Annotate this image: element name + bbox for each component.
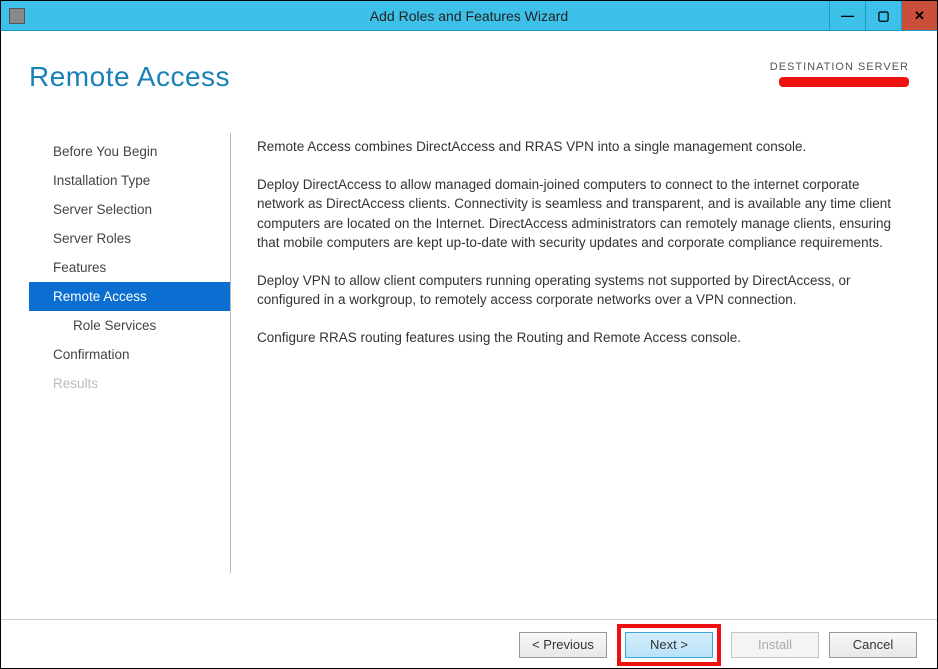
- description-paragraph: Deploy DirectAccess to allow managed dom…: [257, 175, 897, 253]
- minimize-button[interactable]: —: [829, 1, 865, 30]
- next-button-highlight: Next >: [617, 624, 721, 666]
- body-row: Before You Begin Installation Type Serve…: [29, 133, 909, 573]
- wizard-sidebar: Before You Begin Installation Type Serve…: [29, 133, 231, 573]
- maximize-button[interactable]: ▢: [865, 1, 901, 30]
- cancel-button[interactable]: Cancel: [829, 632, 917, 658]
- window-controls: — ▢ ✕: [829, 1, 937, 30]
- titlebar: Add Roles and Features Wizard — ▢ ✕: [1, 1, 937, 31]
- previous-button[interactable]: < Previous: [519, 632, 607, 658]
- sidebar-item-confirmation[interactable]: Confirmation: [29, 340, 230, 369]
- sidebar-item-role-services[interactable]: Role Services: [29, 311, 230, 340]
- destination-server-box: DESTINATION SERVER: [770, 61, 909, 87]
- main-description: Remote Access combines DirectAccess and …: [231, 133, 909, 573]
- destination-server-name-redacted: [779, 77, 909, 87]
- content-area: Remote Access DESTINATION SERVER Before …: [1, 31, 937, 619]
- close-button[interactable]: ✕: [901, 1, 937, 30]
- header-row: Remote Access DESTINATION SERVER: [29, 61, 909, 93]
- description-paragraph: Deploy VPN to allow client computers run…: [257, 271, 897, 310]
- sidebar-item-server-selection[interactable]: Server Selection: [29, 195, 230, 224]
- sidebar-item-results: Results: [29, 369, 230, 398]
- app-icon: [9, 8, 25, 24]
- sidebar-item-features[interactable]: Features: [29, 253, 230, 282]
- description-paragraph: Configure RRAS routing features using th…: [257, 328, 897, 348]
- next-button[interactable]: Next >: [625, 632, 713, 658]
- page-title: Remote Access: [29, 61, 230, 93]
- install-button: Install: [731, 632, 819, 658]
- wizard-footer: < Previous Next > Install Cancel: [1, 619, 937, 669]
- sidebar-item-installation-type[interactable]: Installation Type: [29, 166, 230, 195]
- sidebar-item-server-roles[interactable]: Server Roles: [29, 224, 230, 253]
- description-paragraph: Remote Access combines DirectAccess and …: [257, 137, 897, 157]
- sidebar-item-remote-access[interactable]: Remote Access: [29, 282, 230, 311]
- sidebar-item-before-you-begin[interactable]: Before You Begin: [29, 137, 230, 166]
- window-title: Add Roles and Features Wizard: [370, 8, 568, 24]
- destination-server-label: DESTINATION SERVER: [770, 61, 909, 73]
